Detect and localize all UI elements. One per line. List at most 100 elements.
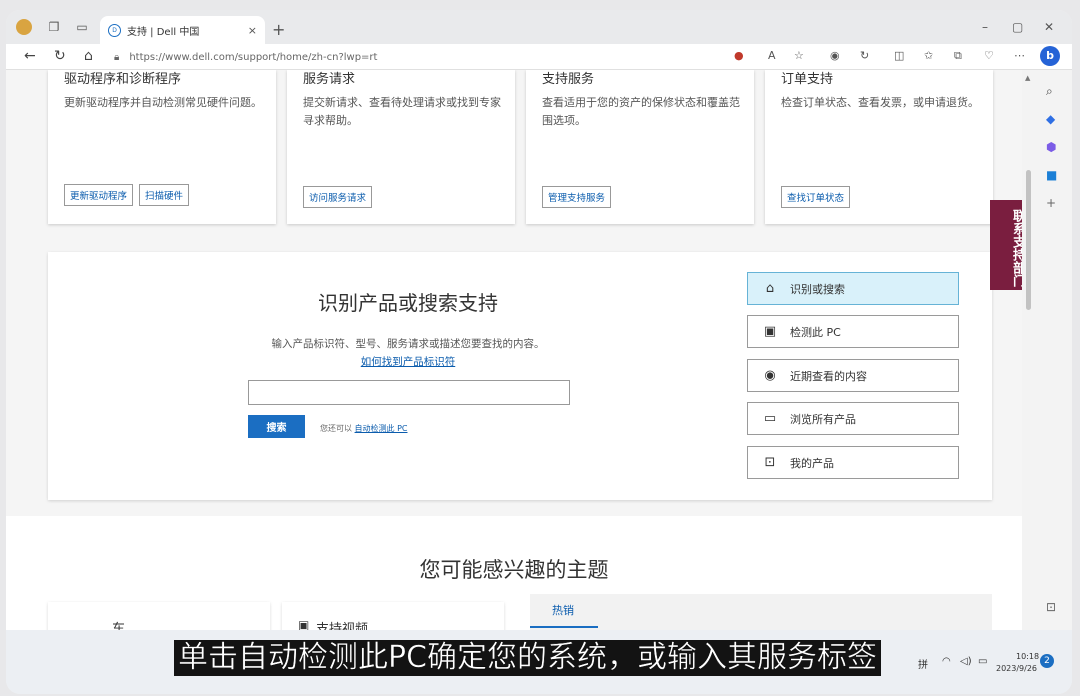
find-order-status-button[interactable]: 查找订单状态 bbox=[781, 186, 851, 208]
tile-label: 车 bbox=[112, 622, 126, 630]
option-my-products[interactable]: ⊡ 我的产品 bbox=[747, 446, 959, 479]
workspaces-icon[interactable]: ❐ bbox=[46, 19, 62, 35]
tag-icon: ⌂ bbox=[765, 281, 775, 296]
topic-tile-videos[interactable]: ▣ 支持视频 bbox=[282, 602, 504, 630]
browser-essentials-icon[interactable]: ♡ bbox=[984, 49, 994, 62]
tile-label: 支持视频 bbox=[316, 622, 369, 630]
card-service-requests: 服务请求 提交新请求、查看待处理请求或找到专家寻求帮助。 访问服务请求 bbox=[287, 70, 515, 224]
ime-indicator[interactable]: 拼 bbox=[918, 656, 928, 671]
split-screen-icon[interactable]: ◫ bbox=[894, 49, 904, 62]
option-label: 近期查看的内容 bbox=[790, 369, 867, 383]
new-tab-button[interactable]: + bbox=[272, 20, 285, 39]
url-text: https://www.dell.com/support/home/zh-cn?… bbox=[129, 51, 378, 63]
url-field[interactable]: 🔒︎ https://www.dell.com/support/home/zh-… bbox=[114, 47, 734, 67]
update-drivers-button[interactable]: 更新驱动程序 bbox=[64, 184, 134, 206]
option-label: 我的产品 bbox=[790, 456, 834, 470]
outlook-icon[interactable]: ■ bbox=[1046, 168, 1057, 182]
dell-favicon-icon: D bbox=[108, 23, 121, 37]
tracking-prevention-icon[interactable]: ● bbox=[734, 49, 744, 62]
tab-close-icon[interactable]: × bbox=[248, 24, 257, 37]
page-scrollbar[interactable]: ▲ bbox=[1022, 70, 1036, 630]
option-label: 检测此 PC bbox=[790, 325, 841, 339]
card-desc: 更新驱动程序并自动检测常见硬件问题。 bbox=[64, 96, 262, 109]
card-order-support: 订单支持 检查订单状态、查看发票，或申请退货。 查找订单状态 bbox=[765, 70, 993, 224]
card-desc: 检查订单状态、查看发票，或申请退货。 bbox=[781, 96, 979, 109]
identify-desc: 输入产品标识符、型号、服务请求或描述您要查找的内容。 bbox=[271, 338, 545, 350]
search-icon[interactable]: ⌕ bbox=[1046, 84, 1053, 99]
identify-product-panel: 识别产品或搜索支持 输入产品标识符、型号、服务请求或描述您要查找的内容。 如何找… bbox=[48, 252, 992, 500]
collections-icon[interactable]: ⧉ bbox=[954, 49, 962, 63]
option-label: 识别或搜索 bbox=[790, 282, 845, 296]
close-window-button[interactable]: ✕ bbox=[1044, 20, 1054, 34]
tab-underline bbox=[530, 626, 598, 628]
hot-panel: 热销 bbox=[530, 594, 992, 630]
edge-sidebar: ⌕ ◆ ⬢ ■ + ⊡ bbox=[1036, 70, 1072, 630]
card-drivers: 驱动程序和诊断程序 更新驱动程序并自动检测常见硬件问题。 更新驱动程序 扫描硬件 bbox=[48, 70, 276, 224]
card-desc: 查看适用于您的资产的保修状态和覆盖范围选项。 bbox=[542, 96, 740, 127]
bing-copilot-icon[interactable]: b bbox=[1040, 46, 1060, 66]
topic-tile-1[interactable]: 车 bbox=[48, 602, 270, 630]
scroll-thumb[interactable] bbox=[1026, 170, 1031, 310]
tab-hot[interactable]: 热销 bbox=[552, 602, 574, 618]
topics-section: 您可能感兴趣的主题 车 ▣ 支持视频 热销 bbox=[6, 516, 1022, 630]
favorite-star-icon[interactable]: ☆ bbox=[794, 49, 804, 62]
tab-active[interactable]: D 支持 | Dell 中国 × bbox=[100, 16, 265, 44]
extension-icon[interactable]: ◉ bbox=[830, 49, 840, 62]
video-subtitle: 单击自动检测此PC确定您的系统，或输入其服务标签 bbox=[174, 640, 882, 676]
hint-prefix: 您还可以 bbox=[320, 424, 352, 433]
lock-icon: ⊡ bbox=[764, 455, 776, 470]
manage-support-services-button[interactable]: 管理支持服务 bbox=[542, 186, 612, 208]
battery-icon[interactable]: ▭ bbox=[978, 656, 987, 667]
option-detect-pc[interactable]: ▣ 检测此 PC bbox=[747, 315, 959, 348]
card-title: 服务请求 bbox=[303, 72, 356, 87]
web-page: 驱动程序和诊断程序 更新驱动程序并自动检测常见硬件问题。 更新驱动程序 扫描硬件… bbox=[6, 70, 1022, 630]
back-icon[interactable]: ← bbox=[24, 48, 36, 64]
topics-title: 您可能感兴趣的主题 bbox=[419, 558, 609, 582]
sidebar-settings-icon[interactable]: ⊡ bbox=[1046, 600, 1056, 614]
favorites-icon[interactable]: ✩ bbox=[924, 49, 933, 62]
pc-scan-icon: ▣ bbox=[763, 324, 777, 339]
lock-icon: 🔒︎ bbox=[114, 51, 120, 63]
read-aloud-icon[interactable]: A bbox=[768, 49, 776, 62]
clock-date[interactable]: 2023/9/26 bbox=[996, 664, 1037, 673]
identify-title: 识别产品或搜索支持 bbox=[318, 291, 498, 315]
access-service-requests-button[interactable]: 访问服务请求 bbox=[303, 186, 373, 208]
card-desc: 提交新请求、查看待处理请求或找到专家寻求帮助。 bbox=[303, 96, 501, 127]
maximize-button[interactable]: ▢ bbox=[1012, 20, 1023, 34]
address-bar: ← ↻ ⌂ 🔒︎ https://www.dell.com/support/ho… bbox=[6, 44, 1072, 70]
wifi-icon[interactable]: ◠ bbox=[942, 656, 951, 667]
option-label: 浏览所有产品 bbox=[790, 412, 856, 426]
video-icon: ▣ bbox=[298, 618, 310, 630]
tab-actions-icon[interactable]: ▭ bbox=[74, 19, 90, 35]
browser-window: ❐ ▭ D 支持 | Dell 中国 × + – ▢ ✕ ← ↻ ⌂ 🔒︎ ht… bbox=[6, 10, 1072, 694]
minimize-button[interactable]: – bbox=[982, 20, 988, 34]
scan-hardware-button[interactable]: 扫描硬件 bbox=[139, 184, 190, 206]
scroll-up-icon[interactable]: ▲ bbox=[1025, 74, 1030, 82]
notification-badge[interactable]: 2 bbox=[1040, 654, 1054, 668]
find-identifier-link[interactable]: 如何找到产品标识符 bbox=[48, 354, 768, 369]
laptop-icon: ▭ bbox=[763, 411, 777, 426]
tools-icon[interactable]: ⬢ bbox=[1046, 140, 1056, 154]
contact-support-tab[interactable]: 联系支持部门 bbox=[990, 200, 1025, 290]
card-support-services: 支持服务 查看适用于您的资产的保修状态和覆盖范围选项。 管理支持服务 bbox=[526, 70, 754, 224]
refresh-icon[interactable]: ↻ bbox=[54, 48, 66, 64]
profile-avatar[interactable] bbox=[16, 19, 32, 35]
option-identify-search[interactable]: ⌂ 识别或搜索 bbox=[747, 272, 959, 305]
tab-title: 支持 | Dell 中国 bbox=[127, 26, 200, 38]
volume-icon[interactable]: ◁) bbox=[960, 656, 972, 667]
clock-time[interactable]: 10:18 bbox=[1016, 652, 1039, 661]
home-icon[interactable]: ⌂ bbox=[84, 48, 93, 64]
add-sidebar-icon[interactable]: + bbox=[1046, 196, 1056, 210]
card-title: 驱动程序和诊断程序 bbox=[64, 72, 182, 87]
more-menu-icon[interactable]: ⋯ bbox=[1014, 49, 1025, 62]
option-browse-products[interactable]: ▭ 浏览所有产品 bbox=[747, 402, 959, 435]
detect-pc-link[interactable]: 自动检测此 PC bbox=[355, 424, 408, 433]
search-button[interactable]: 搜索 bbox=[248, 415, 305, 438]
shopping-icon[interactable]: ◆ bbox=[1046, 112, 1055, 126]
eye-icon: ◉ bbox=[764, 368, 776, 383]
option-recently-viewed[interactable]: ◉ 近期查看的内容 bbox=[747, 359, 959, 392]
search-input[interactable] bbox=[248, 380, 570, 405]
detect-hint: 您还可以 自动检测此 PC bbox=[320, 423, 408, 434]
refresh-extension-icon[interactable]: ↻ bbox=[860, 49, 869, 62]
card-title: 订单支持 bbox=[781, 72, 834, 87]
